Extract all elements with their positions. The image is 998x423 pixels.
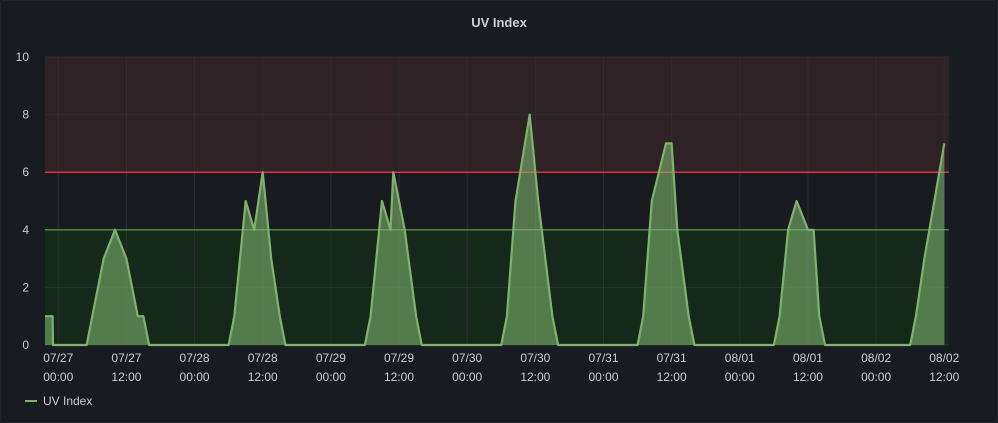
x-tick-date-label: 08/01: [793, 351, 823, 365]
x-tick-time-label: 12:00: [248, 370, 278, 384]
x-tick-time-label: 00:00: [725, 370, 755, 384]
x-tick-date-label: 07/31: [588, 351, 618, 365]
y-tick-label: 4: [22, 223, 29, 237]
x-tick-time-label: 00:00: [180, 370, 210, 384]
x-tick-time-label: 12:00: [657, 370, 687, 384]
uv-index-chart: 0 2 4 6 8 10 07/27 00:00 07/27 12:00 07/28 00:00 07/…: [16, 50, 960, 384]
x-tick-date-label: 08/01: [725, 351, 755, 365]
y-tick-label: 6: [22, 165, 29, 179]
x-tick-date-label: 07/30: [452, 351, 482, 365]
x-tick-date-label: 07/28: [248, 351, 278, 365]
x-tick-time-label: 12:00: [520, 370, 550, 384]
x-tick-date-label: 08/02: [861, 351, 891, 365]
legend[interactable]: UV Index: [25, 394, 92, 408]
y-tick-label: 8: [22, 108, 29, 122]
x-tick-date-label: 08/02: [929, 351, 959, 365]
x-tick-time-label: 12:00: [793, 370, 823, 384]
x-tick-time-label: 12:00: [384, 370, 414, 384]
x-tick-date-label: 07/27: [111, 351, 141, 365]
x-tick-time-label: 00:00: [861, 370, 891, 384]
x-tick-time-label: 12:00: [111, 370, 141, 384]
x-tick-time-label: 00:00: [452, 370, 482, 384]
x-tick-date-label: 07/29: [384, 351, 414, 365]
x-tick-date-label: 07/28: [180, 351, 210, 365]
x-tick-date-label: 07/29: [316, 351, 346, 365]
chart-panel: UV Index 0 2 4 6 8 10 07/27 00:00 07/27 12:00 07/2…: [0, 0, 998, 423]
y-tick-label: 0: [22, 338, 29, 352]
x-tick-time-label: 00:00: [316, 370, 346, 384]
x-tick-time-label: 12:00: [929, 370, 959, 384]
x-tick-date-label: 07/27: [43, 351, 73, 365]
x-tick-time-label: 00:00: [43, 370, 73, 384]
x-tick-time-label: 00:00: [588, 370, 618, 384]
y-tick-label: 2: [22, 280, 29, 294]
y-tick-label: 10: [16, 50, 30, 64]
x-tick-date-label: 07/30: [520, 351, 550, 365]
legend-swatch: [25, 400, 37, 402]
legend-label: UV Index: [43, 394, 93, 408]
x-tick-date-label: 07/31: [657, 351, 687, 365]
